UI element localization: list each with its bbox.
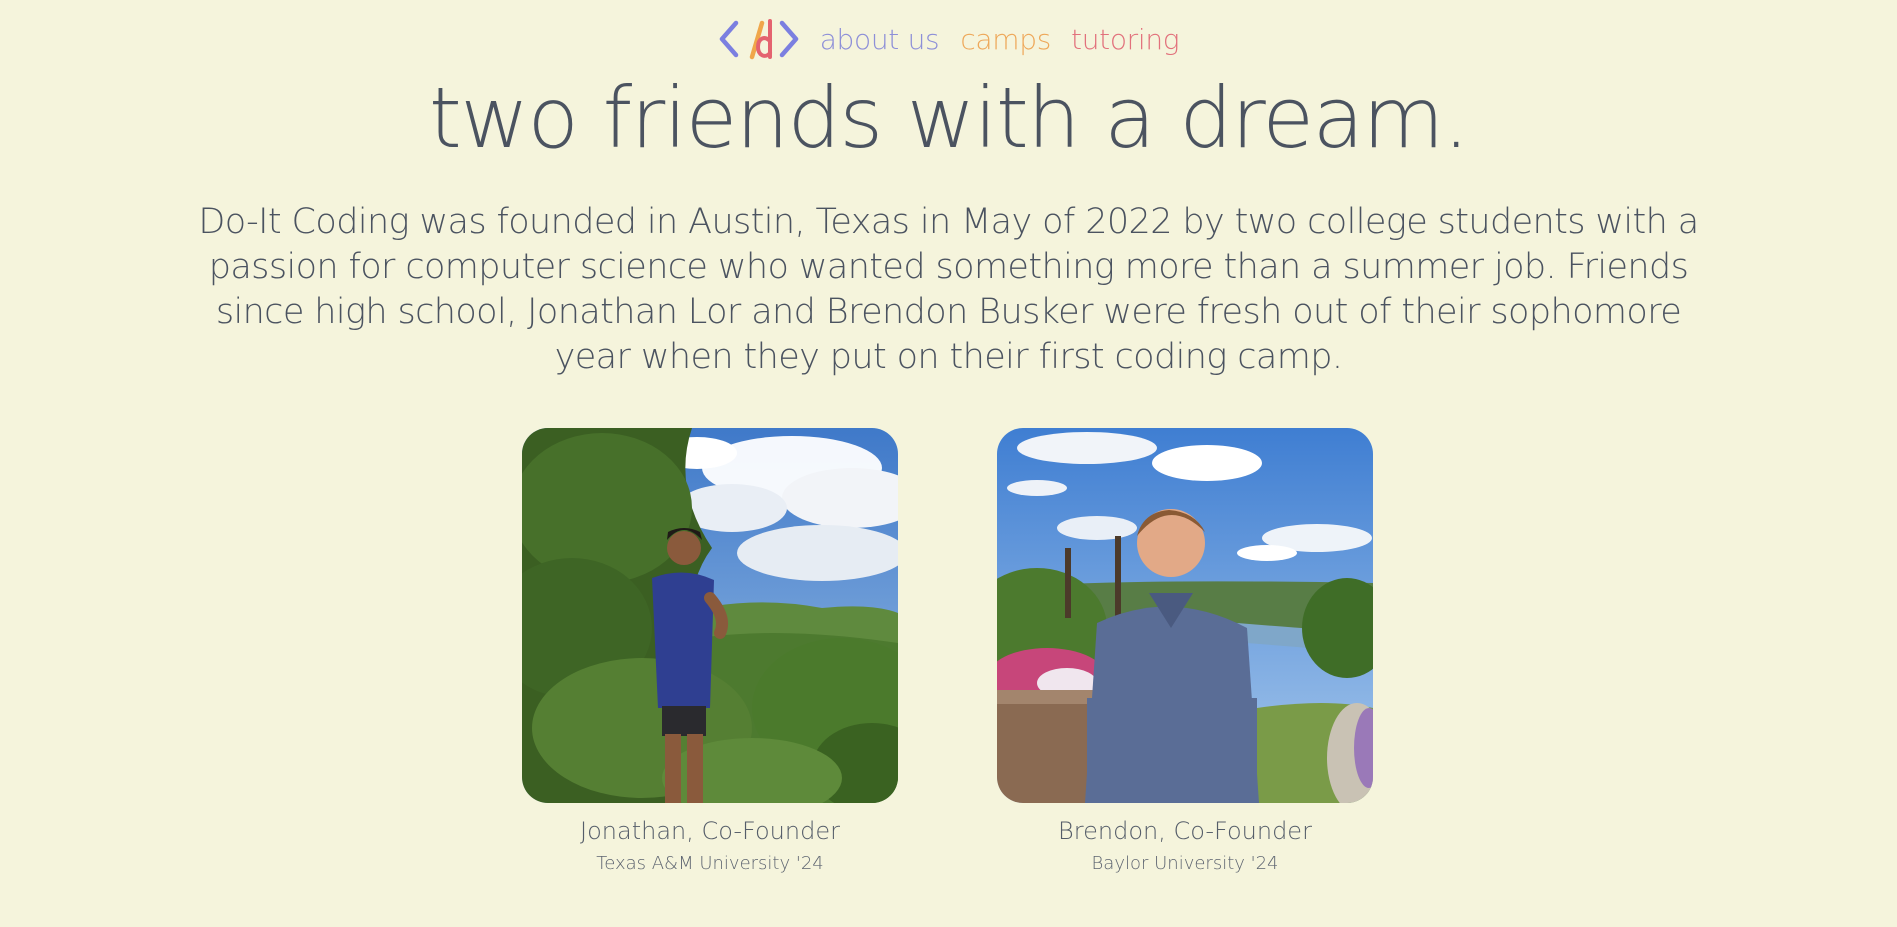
nav-link-camps[interactable]: camps (960, 23, 1051, 56)
founder-name: Jonathan, Co-Founder (580, 817, 840, 845)
founder-photo-jonathan (522, 428, 898, 803)
nav-link-tutoring[interactable]: tutoring (1071, 23, 1180, 56)
founder-card-brendon: Brendon, Co-Founder Baylor University '2… (997, 428, 1373, 874)
founder-school: Baylor University '24 (1091, 853, 1279, 874)
code-brackets-d-logo-icon[interactable] (718, 17, 800, 61)
founder-school: Texas A&M University '24 (596, 853, 824, 874)
page-title: two friends with a dream. (428, 69, 1470, 167)
founder-card-jonathan: Jonathan, Co-Founder Texas A&M Universit… (522, 428, 898, 874)
founder-photo-brendon (997, 428, 1373, 803)
intro-paragraph: Do-It Coding was founded in Austin, Texa… (198, 202, 1699, 377)
top-nav: about us camps tutoring (0, 14, 1897, 64)
nav-link-about-us[interactable]: about us (820, 23, 940, 56)
founder-name: Brendon, Co-Founder (1058, 817, 1312, 845)
